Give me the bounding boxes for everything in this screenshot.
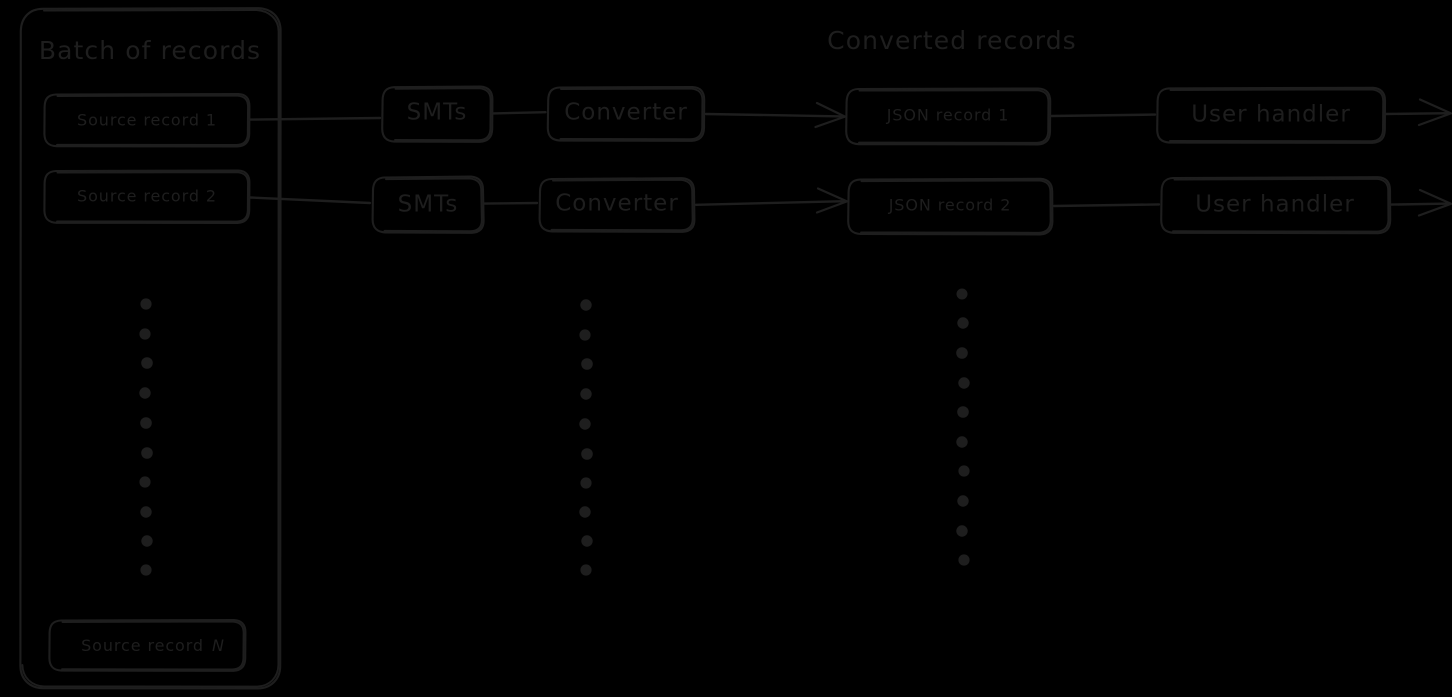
arrow-converter-to-json2 xyxy=(694,187,849,214)
ellipsis-dot xyxy=(957,317,969,329)
pipeline-diagram: Batch of records Converted records Sourc… xyxy=(19,7,1452,690)
source-record-n-prefix: Source record xyxy=(81,636,210,655)
ellipsis-dot xyxy=(581,358,593,370)
ellipsis-dot xyxy=(579,329,591,341)
source-record-n-label: Source record N xyxy=(39,636,255,655)
ellipsis-dot xyxy=(139,476,151,488)
user-handler-row1-label: User handler xyxy=(1191,102,1351,128)
arrow-handler-output-row2 xyxy=(1389,188,1452,217)
ellipsis-dot xyxy=(957,406,969,418)
arrow-handler-output-row1 xyxy=(1384,98,1452,127)
ellipsis-dot xyxy=(581,448,593,460)
source-record-2-label: Source record 2 xyxy=(77,187,217,206)
source-records-ellipsis xyxy=(139,298,153,576)
ellipsis-dot xyxy=(579,506,591,518)
converter-row2-label: Converter xyxy=(555,191,679,217)
connector-json2-to-handler xyxy=(1052,203,1161,208)
arrow-converter-to-json1 xyxy=(704,101,847,129)
connector-source1-to-smts xyxy=(248,116,382,121)
ellipsis-dot xyxy=(581,535,593,547)
source-record-1-label: Source record 1 xyxy=(77,111,217,130)
ellipsis-dot xyxy=(580,564,592,576)
ellipsis-dot xyxy=(140,417,152,429)
ellipsis-dot xyxy=(141,357,153,369)
ellipsis-dot xyxy=(958,465,970,477)
json-record-2-label: JSON record 2 xyxy=(888,196,1012,215)
ellipsis-dot xyxy=(141,447,153,459)
smts-row2-label: SMTs xyxy=(398,192,459,218)
converted-records-ellipsis xyxy=(956,288,970,566)
converter-row1-label: Converter xyxy=(564,100,688,126)
user-handler-row2-label: User handler xyxy=(1195,192,1355,218)
ellipsis-dot xyxy=(579,418,591,430)
ellipsis-dot xyxy=(580,477,592,489)
ellipsis-dot xyxy=(956,288,968,300)
ellipsis-dot xyxy=(139,387,151,399)
ellipsis-dot xyxy=(956,525,968,537)
smts-row1-label: SMTs xyxy=(407,100,468,126)
connector-source2-to-smts xyxy=(248,196,372,205)
connector-json1-to-handler xyxy=(1050,113,1157,118)
json-record-1-label: JSON record 1 xyxy=(886,106,1010,125)
connector-smts-to-converter-row1 xyxy=(492,111,547,115)
ellipsis-dot xyxy=(956,436,968,448)
converted-records-title: Converted records xyxy=(827,26,1077,55)
batch-container-title: Batch of records xyxy=(39,36,261,65)
ellipsis-dot xyxy=(957,495,969,507)
ellipsis-dot xyxy=(958,554,970,566)
source-record-n-index: N xyxy=(212,636,225,655)
ellipsis-dot xyxy=(956,347,968,359)
pipeline-ellipsis xyxy=(579,299,593,576)
ellipsis-dot xyxy=(580,388,592,400)
ellipsis-dot xyxy=(140,564,152,576)
ellipsis-dot xyxy=(139,328,151,340)
ellipsis-dot xyxy=(140,298,152,310)
connector-smts-to-converter-row2 xyxy=(483,201,539,205)
ellipsis-dot xyxy=(958,377,970,389)
diagram-canvas: Batch of records Converted records Sourc… xyxy=(0,0,1452,697)
ellipsis-dot xyxy=(141,535,153,547)
ellipsis-dot xyxy=(580,299,592,311)
ellipsis-dot xyxy=(140,506,152,518)
